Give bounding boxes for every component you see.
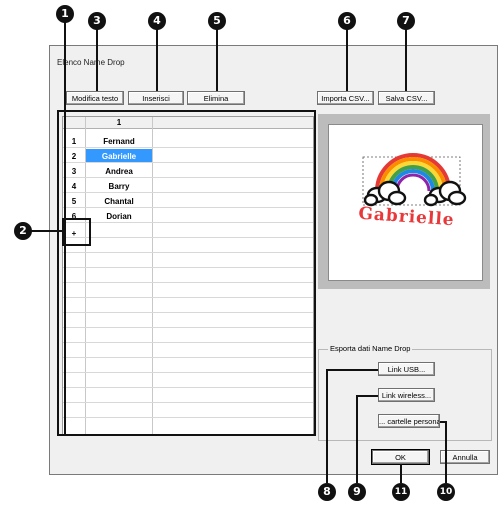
callout-line-1	[64, 20, 66, 435]
callout-line-3	[96, 28, 98, 91]
callout-5: 5	[208, 12, 226, 30]
edit-text-button[interactable]: Modifica testo	[66, 91, 124, 105]
callout-line-8h	[326, 369, 378, 371]
preview-canvas: Gabrielle	[328, 124, 483, 281]
callout-line-5	[216, 28, 218, 91]
grid-outline	[57, 110, 316, 436]
callout-line-9v	[356, 395, 358, 483]
wireless-link-button[interactable]: Link wireless...	[378, 388, 435, 402]
callout-8: 8	[318, 483, 336, 501]
callout-11: 11	[392, 483, 410, 501]
usb-link-button[interactable]: Link USB...	[378, 362, 435, 376]
export-group-label: Esporta dati Name Drop	[328, 344, 413, 353]
callout-line-9h	[356, 395, 378, 397]
callout-10: 10	[437, 483, 455, 501]
save-csv-button[interactable]: Salva CSV...	[378, 91, 435, 105]
callout-9: 9	[348, 483, 366, 501]
callout-line-8v	[326, 369, 328, 483]
ok-button[interactable]: OK	[371, 449, 430, 465]
delete-button[interactable]: Elimina	[187, 91, 245, 105]
insert-button[interactable]: Inserisci	[128, 91, 184, 105]
callout-7: 7	[397, 12, 415, 30]
callout-line-7	[405, 28, 407, 91]
callout-line-2	[30, 230, 63, 232]
callout-2: 2	[14, 222, 32, 240]
callout-6: 6	[338, 12, 356, 30]
new-row-outline	[62, 218, 91, 246]
import-csv-button[interactable]: Importa CSV...	[317, 91, 374, 105]
callout-line-10v	[445, 421, 447, 483]
callout-line-11	[400, 464, 402, 483]
cancel-button[interactable]: Annulla	[440, 450, 490, 464]
personal-folders-button[interactable]: ... cartelle personali	[378, 414, 440, 428]
dialog-title: Elenco Name Drop	[57, 58, 125, 67]
callout-1: 1	[56, 5, 74, 23]
callout-3: 3	[88, 12, 106, 30]
callout-4: 4	[148, 12, 166, 30]
callout-line-6	[346, 28, 348, 91]
callout-line-4	[156, 28, 158, 91]
